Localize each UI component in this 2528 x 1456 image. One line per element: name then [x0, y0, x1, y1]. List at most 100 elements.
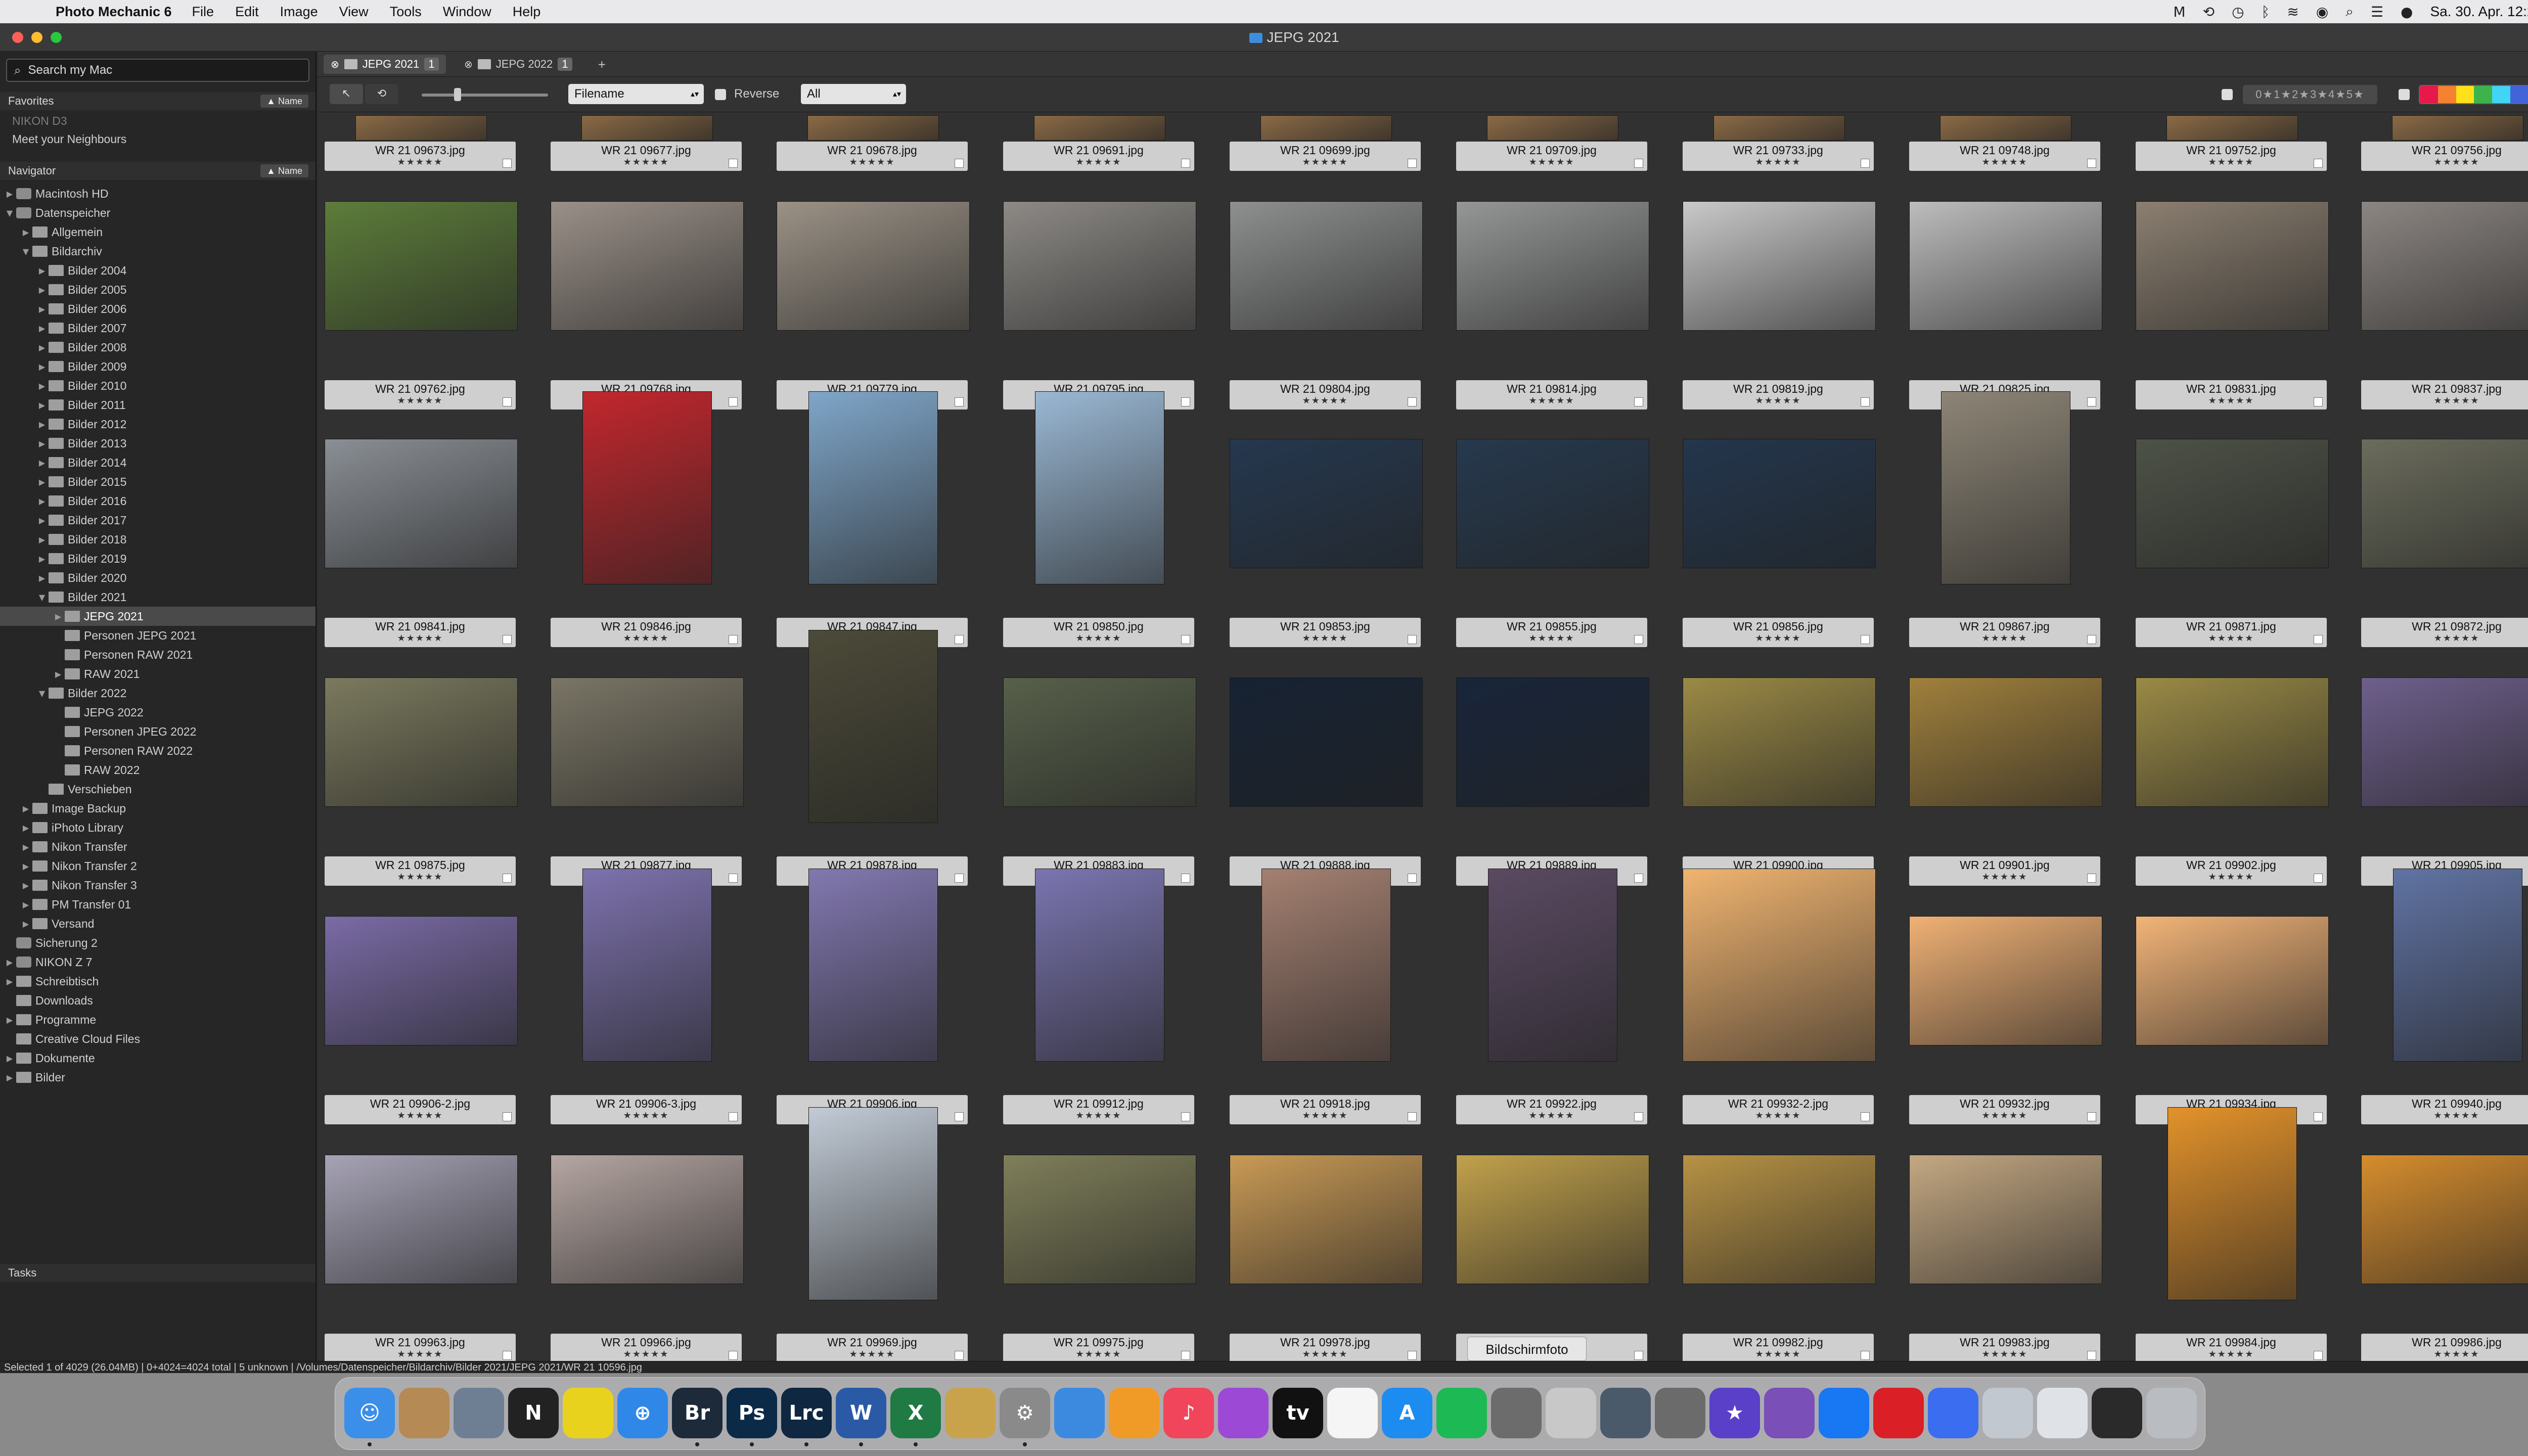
star-rating[interactable]: ★★★★★: [777, 1349, 968, 1359]
thumbnail-caption[interactable]: WR 21 09677.jpg ★★★★★: [551, 142, 742, 171]
disclosure-closed-icon[interactable]: ▶: [3, 958, 16, 967]
tag-checkbox[interactable]: [955, 1112, 964, 1121]
disclosure-closed-icon[interactable]: ▶: [3, 1015, 16, 1025]
color-label-swatch[interactable]: [2456, 86, 2474, 103]
tree-item[interactable]: ▶ Bilder 2005: [0, 280, 315, 299]
photo-thumbnail[interactable]: [1260, 115, 1392, 141]
disclosure-closed-icon[interactable]: ▶: [35, 362, 49, 372]
sync-icon[interactable]: ◷: [2232, 4, 2244, 20]
thumbnail-caption[interactable]: WR 21 09699.jpg ★★★★★: [1230, 142, 1421, 171]
tag-checkbox[interactable]: [1861, 159, 1870, 168]
tag-checkbox[interactable]: [1181, 1112, 1190, 1121]
tree-item[interactable]: ▶ Bilder 2019: [0, 549, 315, 568]
star-rating[interactable]: ★★★★★: [325, 633, 516, 644]
bluetooth-icon[interactable]: ᛒ: [2262, 4, 2270, 20]
photos-icon[interactable]: [1327, 1388, 1378, 1438]
disclosure-closed-icon[interactable]: ▶: [3, 189, 16, 199]
navigator-header[interactable]: Navigator ▲ Name: [0, 162, 315, 180]
color-label-filter[interactable]: [2419, 85, 2528, 104]
thumbnail-caption[interactable]: WR 21 09853.jpg ★★★★★: [1230, 618, 1421, 647]
thumbnail-caption[interactable]: WR 21 09867.jpg ★★★★★: [1909, 618, 2100, 647]
thumbnail-caption[interactable]: WR 21 09975.jpg ★★★★★: [1003, 1334, 1194, 1361]
tree-item[interactable]: Sicherung 2: [0, 933, 315, 952]
disclosure-closed-icon[interactable]: ▶: [35, 400, 49, 410]
tree-item[interactable]: ▶ NIKON Z 7: [0, 952, 315, 972]
disclosure-closed-icon[interactable]: ▶: [52, 669, 65, 679]
close-tab-icon[interactable]: ⊗: [464, 58, 473, 70]
star-rating[interactable]: ★★★★★: [2361, 633, 2528, 644]
star-rating[interactable]: ★★★★★: [325, 1110, 516, 1121]
reverse-checkbox[interactable]: [715, 89, 726, 100]
star-rating[interactable]: ★★★★★: [1003, 157, 1194, 167]
thumbnail-caption[interactable]: WR 21 09932-2.jpg ★★★★★: [1683, 1095, 1874, 1124]
photo-thumbnail[interactable]: [325, 201, 518, 331]
star-rating[interactable]: ★★★★★: [1230, 395, 1421, 406]
migration-icon[interactable]: [1655, 1388, 1705, 1438]
thumbnail-caption[interactable]: WR 21 09922.jpg ★★★★★: [1456, 1095, 1647, 1124]
tree-item[interactable]: Creative Cloud Files: [0, 1029, 315, 1049]
thumbnail-caption[interactable]: WR 21 09983.jpg ★★★★★: [1909, 1334, 2100, 1361]
photo-thumbnail[interactable]: [1261, 869, 1391, 1062]
star-rating[interactable]: ★★★★★: [325, 157, 516, 167]
photo-thumbnail[interactable]: [1456, 201, 1649, 331]
thumbnail-caption[interactable]: WR 21 09814.jpg ★★★★★: [1456, 380, 1647, 410]
photo-thumbnail[interactable]: [2361, 677, 2528, 807]
photo-thumbnail[interactable]: [1683, 869, 1876, 1062]
disclosure-closed-icon[interactable]: ▶: [19, 900, 32, 909]
photo-thumbnail[interactable]: [551, 677, 744, 807]
tag-checkbox[interactable]: [1634, 635, 1643, 644]
app-menu[interactable]: Photo Mechanic 6: [56, 4, 172, 20]
photo-thumbnail[interactable]: [551, 201, 744, 331]
photo-thumbnail[interactable]: [1456, 1155, 1649, 1284]
star-rating[interactable]: ★★★★★: [325, 395, 516, 406]
color-label-swatch[interactable]: [2492, 86, 2510, 103]
favorites-sort-button[interactable]: ▲ Name: [260, 95, 308, 108]
tree-item[interactable]: ▶ Macintosh HD: [0, 184, 315, 203]
thumbnail-caption[interactable]: WR 21 09841.jpg ★★★★★: [325, 618, 516, 647]
star-rating[interactable]: ★★★★★: [1456, 395, 1647, 406]
disclosure-closed-icon[interactable]: ▶: [3, 977, 16, 986]
tag-checkbox[interactable]: [1408, 874, 1417, 883]
tag-checkbox[interactable]: [955, 397, 964, 406]
tag-checkbox[interactable]: [1634, 1351, 1643, 1360]
photoshop-icon[interactable]: Ps: [727, 1388, 777, 1438]
star-rating[interactable]: ★★★★★: [1909, 157, 2100, 167]
tree-item[interactable]: ▶ Bilder 2004: [0, 261, 315, 280]
tag-checkbox[interactable]: [2087, 874, 2096, 883]
tree-item[interactable]: ▶ Bilder 2011: [0, 395, 315, 415]
tag-checkbox[interactable]: [1861, 1112, 1870, 1121]
thumbnail-caption[interactable]: WR 21 09871.jpg ★★★★★: [2136, 618, 2327, 647]
disclosure-closed-icon[interactable]: ▶: [19, 861, 32, 871]
photo-thumbnail[interactable]: [1230, 201, 1423, 331]
tree-item[interactable]: Personen RAW 2022: [0, 741, 315, 760]
disclosure-open-icon[interactable]: ▼: [3, 208, 16, 218]
menu-image[interactable]: Image: [280, 4, 318, 20]
tree-item[interactable]: ▶ Bilder 2007: [0, 318, 315, 338]
star-rating[interactable]: ★★★★★: [2136, 395, 2327, 406]
photo-thumbnail[interactable]: [1035, 869, 1164, 1062]
thumbnail-caption[interactable]: WR 21 09984.jpg ★★★★★: [2136, 1334, 2327, 1361]
disclosure-closed-icon[interactable]: ▶: [19, 228, 32, 237]
photo-thumbnail[interactable]: [551, 1155, 744, 1284]
tag-checkbox[interactable]: [1634, 397, 1643, 406]
photo-thumbnail[interactable]: [582, 869, 712, 1062]
star-rating[interactable]: ★★★★★: [2361, 1110, 2528, 1121]
photo-thumbnail[interactable]: [1941, 391, 2070, 584]
thumbnail-caption[interactable]: WR 21 09940.jpg ★★★★★: [2361, 1095, 2528, 1124]
photo-thumbnail[interactable]: [808, 391, 938, 584]
star-rating[interactable]: ★★★★★: [1683, 157, 1874, 167]
disclosure-closed-icon[interactable]: ▶: [19, 842, 32, 852]
photo-thumbnail[interactable]: [1909, 201, 2102, 331]
contacts-icon[interactable]: [399, 1388, 449, 1438]
tree-item[interactable]: Downloads: [0, 991, 315, 1010]
thumbnail-caption[interactable]: WR 21 09850.jpg ★★★★★: [1003, 618, 1194, 647]
filter-select[interactable]: All ▴▾: [801, 84, 906, 104]
thumbnail-caption[interactable]: WR 21 09872.jpg ★★★★★: [2361, 618, 2528, 647]
disclosure-closed-icon[interactable]: ▶: [35, 304, 49, 314]
thumbnail-caption[interactable]: WR 21 09748.jpg ★★★★★: [1909, 142, 2100, 171]
apple-tv-icon[interactable]: tv: [1273, 1388, 1323, 1438]
disclosure-closed-icon[interactable]: ▶: [35, 381, 49, 391]
imovie-icon[interactable]: ★: [1709, 1388, 1760, 1438]
rotate-tool-button[interactable]: ⟲: [365, 84, 398, 104]
menu-view[interactable]: View: [339, 4, 369, 20]
